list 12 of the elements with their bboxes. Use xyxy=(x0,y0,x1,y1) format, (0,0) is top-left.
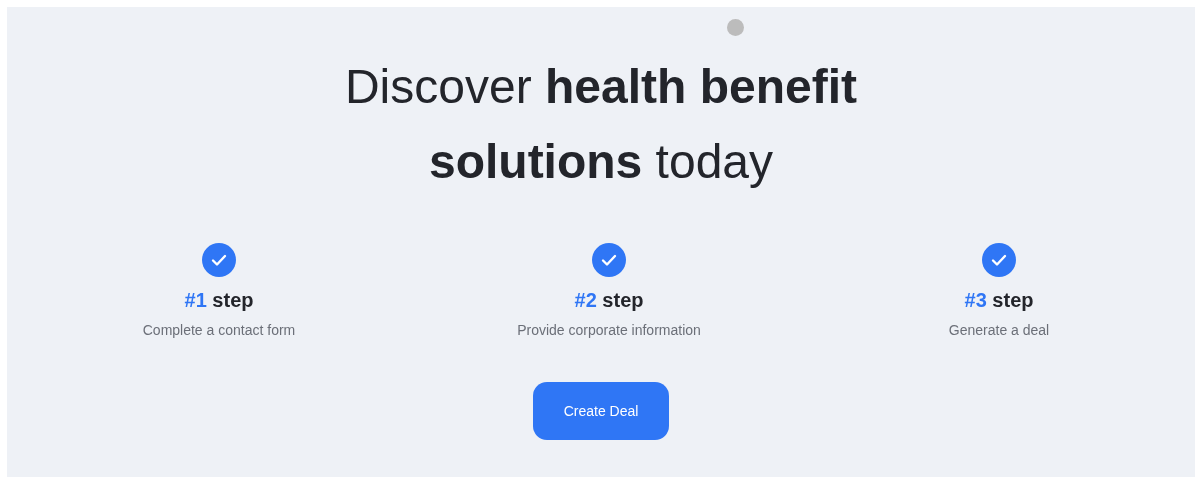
step-title: #1 step xyxy=(184,289,254,312)
step-description: Complete a contact form xyxy=(142,322,296,338)
check-icon xyxy=(592,243,626,277)
check-icon xyxy=(202,243,236,277)
step-description: Provide corporate information xyxy=(517,322,701,338)
headline: Discover health benefit solutions today xyxy=(343,59,859,190)
create-deal-button[interactable]: Create Deal xyxy=(533,382,669,440)
step-title: #2 step xyxy=(574,289,644,312)
step-description: Generate a deal xyxy=(948,322,1050,338)
check-icon xyxy=(982,243,1016,277)
dot-indicator xyxy=(727,19,744,36)
step-title: #3 step xyxy=(964,289,1034,312)
